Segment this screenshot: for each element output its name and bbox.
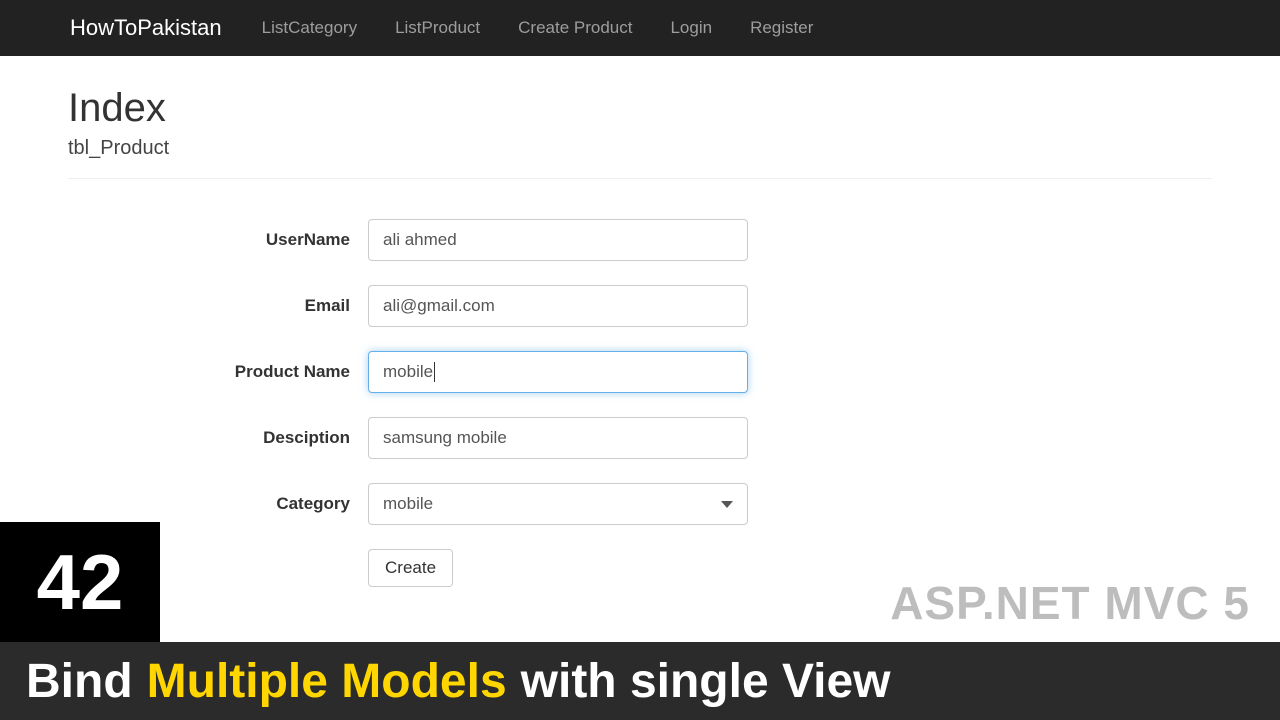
nav-listcategory[interactable]: ListCategory: [262, 18, 357, 38]
chevron-down-icon: [721, 501, 733, 508]
label-description: Desciption: [68, 428, 368, 448]
overlay-title-highlight: Multiple Models: [147, 654, 507, 709]
row-username: UserName: [68, 219, 1212, 261]
overlay-framework: ASP.NET MVC 5: [890, 576, 1250, 630]
row-category: Category mobile: [68, 483, 1212, 525]
text-cursor-icon: [434, 362, 435, 382]
category-value: mobile: [383, 494, 433, 514]
productname-value: mobile: [383, 362, 433, 382]
description-field[interactable]: [368, 417, 748, 459]
page-title: Index: [68, 86, 1212, 131]
navbar: HowToPakistan ListCategory ListProduct C…: [0, 0, 1280, 56]
row-productname: Product Name mobile: [68, 351, 1212, 393]
overlay-title-post: with single View: [521, 654, 891, 709]
label-email: Email: [68, 296, 368, 316]
brand-link[interactable]: HowToPakistan: [70, 15, 222, 41]
nav-listproduct[interactable]: ListProduct: [395, 18, 480, 38]
row-description: Desciption: [68, 417, 1212, 459]
overlay-title-pre: Bind: [26, 654, 133, 709]
category-select[interactable]: mobile: [368, 483, 748, 525]
overlay-number: 42: [0, 522, 160, 642]
nav-login[interactable]: Login: [670, 18, 712, 38]
label-productname: Product Name: [68, 362, 368, 382]
email-field[interactable]: [368, 285, 748, 327]
username-field[interactable]: [368, 219, 748, 261]
overlay-title-bar: Bind Multiple Models with single View: [0, 642, 1280, 720]
nav-register[interactable]: Register: [750, 18, 813, 38]
label-category: Category: [68, 494, 368, 514]
nav-createproduct[interactable]: Create Product: [518, 18, 632, 38]
row-email: Email: [68, 285, 1212, 327]
divider: [68, 178, 1212, 179]
create-button[interactable]: Create: [368, 549, 453, 587]
page-subtitle: tbl_Product: [68, 137, 1212, 160]
label-username: UserName: [68, 230, 368, 250]
productname-field[interactable]: mobile: [368, 351, 748, 393]
main-content: Index tbl_Product UserName Email Product…: [0, 56, 1280, 587]
